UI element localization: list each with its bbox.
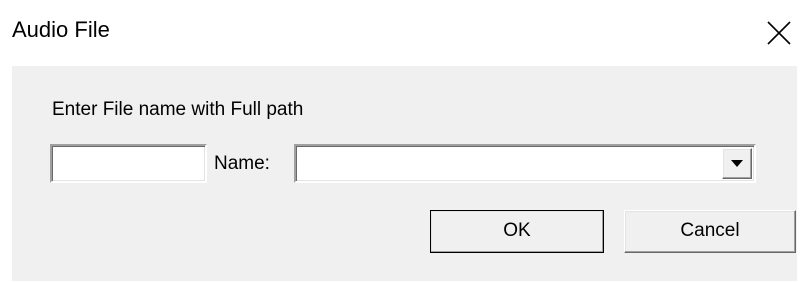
name-label: Name: xyxy=(214,153,270,174)
ok-button[interactable]: OK xyxy=(430,210,604,253)
name-dropdown-button[interactable] xyxy=(722,148,752,179)
title-bar: Audio File xyxy=(0,0,809,66)
close-icon[interactable] xyxy=(764,18,794,48)
file-path-input[interactable] xyxy=(52,146,205,181)
file-path-prompt: Enter File name with Full path xyxy=(52,99,304,120)
chevron-down-icon xyxy=(731,160,743,167)
name-combobox[interactable] xyxy=(294,144,756,183)
window-title: Audio File xyxy=(12,17,110,42)
file-path-field[interactable] xyxy=(50,144,207,183)
dialog-body: Enter File name with Full path Name: OK … xyxy=(12,66,797,281)
cancel-button[interactable]: Cancel xyxy=(624,210,796,253)
